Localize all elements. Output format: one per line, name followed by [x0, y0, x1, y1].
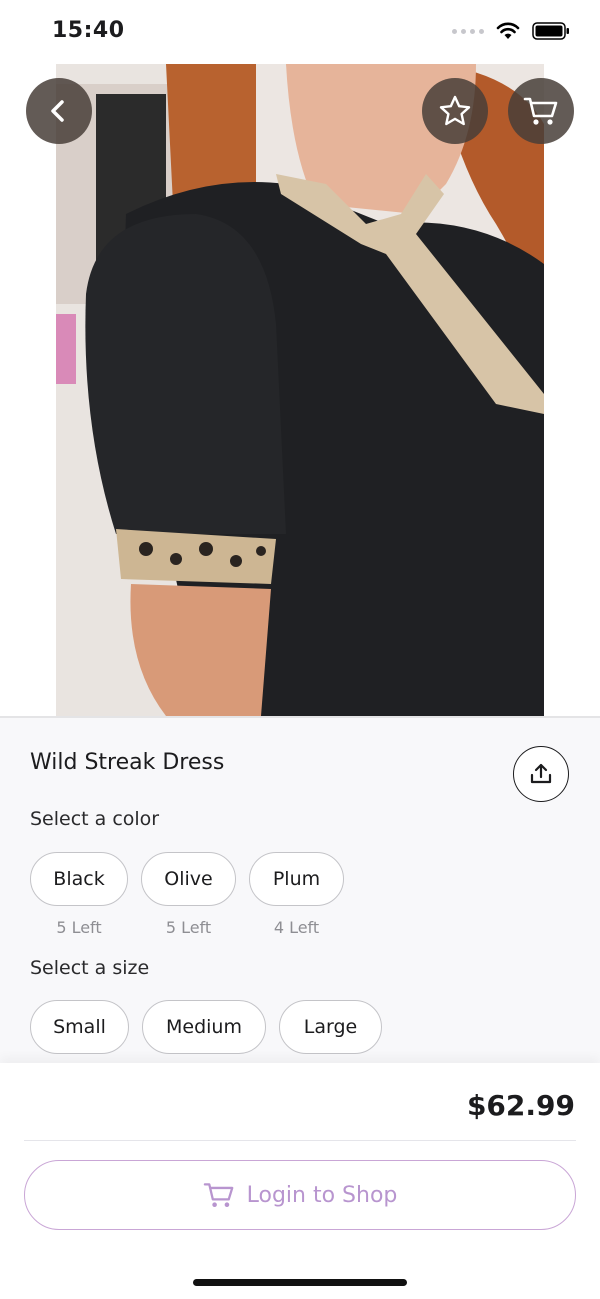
share-button[interactable] [513, 746, 569, 802]
stock-count: 5 Left [165, 918, 212, 937]
back-button[interactable] [26, 78, 92, 144]
size-section-label: Select a size [30, 957, 150, 979]
product-photo [56, 64, 544, 716]
color-option: Plum 4 Left [249, 852, 344, 937]
cart-icon [203, 1183, 233, 1207]
color-options: Black 5 Left Olive 5 Left Plum 4 Left [30, 852, 344, 937]
price: $62.99 [466, 1089, 575, 1122]
color-option-olive[interactable]: Olive [141, 852, 236, 906]
battery-icon [532, 22, 569, 40]
home-indicator [193, 1279, 407, 1286]
color-option: Olive 5 Left [141, 852, 236, 937]
status-bar: 15:40 [0, 0, 600, 64]
signal-icon [452, 28, 484, 34]
color-option-plum[interactable]: Plum [249, 852, 344, 906]
size-option-medium[interactable]: Medium [142, 1000, 266, 1054]
product-image-carousel[interactable] [0, 64, 600, 716]
stock-count: 4 Left [273, 918, 320, 937]
wifi-icon [496, 22, 520, 39]
purchase-footer: $62.99 Login to Shop [0, 1063, 600, 1299]
stock-count: 5 Left [56, 918, 102, 937]
star-icon [439, 95, 471, 126]
chevron-left-icon [51, 100, 64, 122]
share-icon [530, 763, 552, 784]
product-name: Wild Streak Dress [30, 750, 225, 775]
cart-icon [523, 97, 558, 125]
login-button-label: Login to Shop [246, 1182, 398, 1208]
color-option: Black 5 Left [30, 852, 128, 937]
size-option-small[interactable]: Small [30, 1000, 129, 1054]
color-option-black[interactable]: Black [30, 852, 128, 906]
color-section-label: Select a color [30, 808, 160, 830]
product-details: Wild Streak Dress Select a color Black 5… [0, 718, 600, 1063]
status-time: 15:40 [52, 18, 125, 43]
login-to-shop-button[interactable]: Login to Shop [24, 1160, 576, 1230]
size-options: Small Medium Large [30, 1000, 382, 1054]
size-option-large[interactable]: Large [279, 1000, 382, 1054]
status-icons [452, 22, 570, 40]
divider [24, 1140, 576, 1141]
cart-button[interactable] [508, 78, 574, 144]
favorite-button[interactable] [422, 78, 488, 144]
